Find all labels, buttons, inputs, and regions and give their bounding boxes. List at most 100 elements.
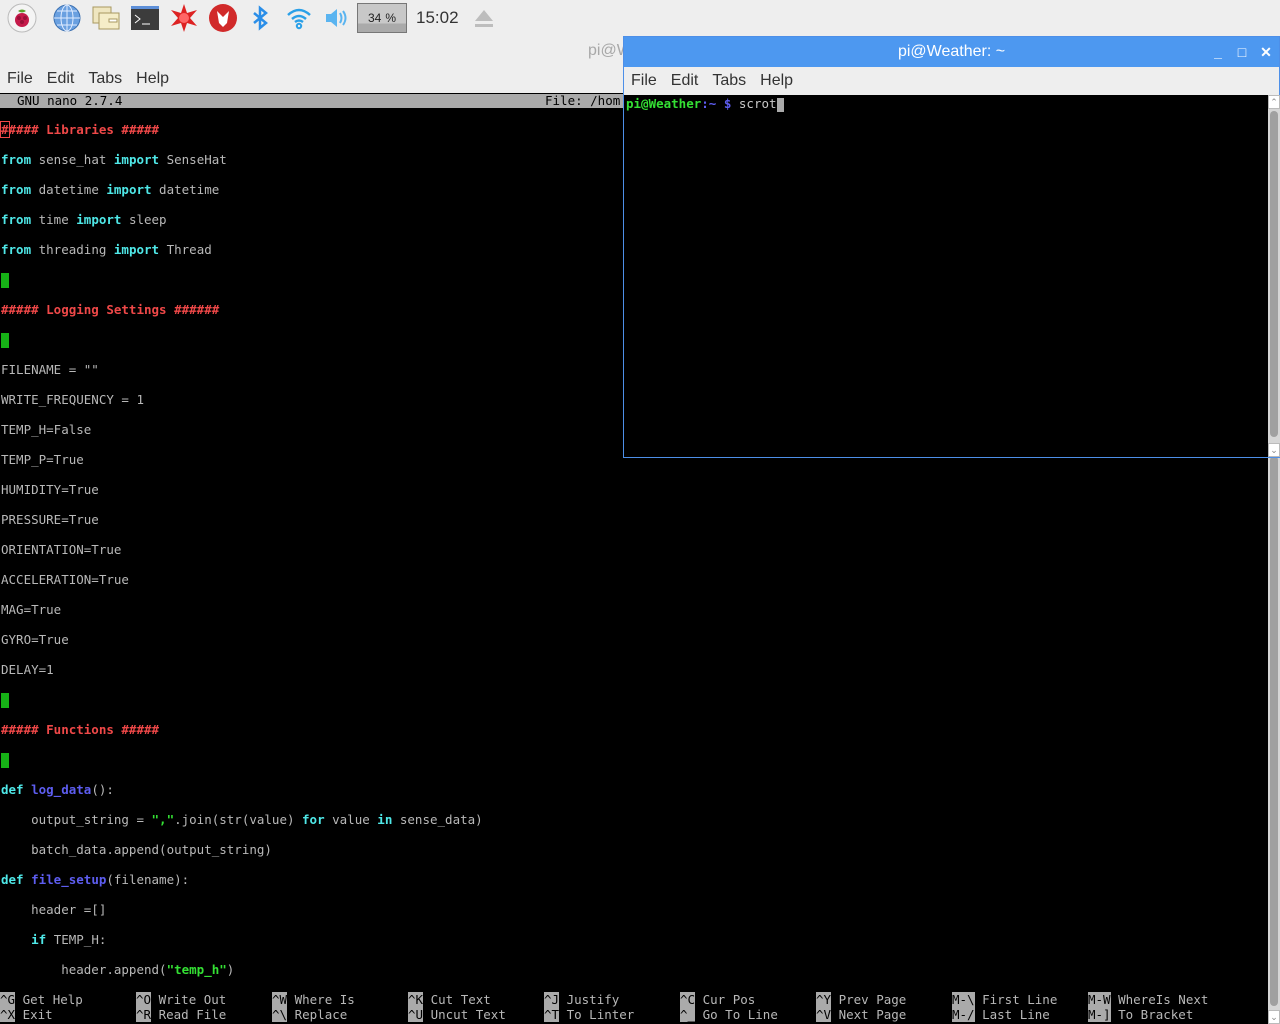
shortcut-item: ^X Exit bbox=[0, 1007, 53, 1022]
code-line: HUMIDITY=True bbox=[1, 482, 483, 512]
terminal-scrollbar[interactable]: ⌃ ⌄ bbox=[1268, 95, 1280, 457]
terminal-icon[interactable] bbox=[129, 2, 161, 34]
command-line[interactable]: pi@Weather:~ $ scrot bbox=[626, 96, 784, 112]
mathematica-icon[interactable] bbox=[168, 2, 200, 34]
raspberry-menu-icon[interactable] bbox=[6, 2, 38, 34]
scrollbar-thumb[interactable] bbox=[1270, 111, 1278, 437]
shortcut-label: Last Line bbox=[974, 1007, 1050, 1022]
code-area[interactable]: ##### Libraries ##### from sense_hat impo… bbox=[0, 121, 483, 992]
code-text: (): bbox=[91, 782, 114, 797]
shortcut-key: ^G bbox=[0, 992, 16, 1007]
code-line: from time import sleep bbox=[1, 212, 483, 242]
shortcut-label: Cut Text bbox=[423, 992, 491, 1007]
keyword: import bbox=[106, 182, 152, 197]
import-name: Thread bbox=[159, 242, 212, 257]
code-text: output_string = bbox=[1, 812, 152, 827]
shortcut-label: Where Is bbox=[287, 992, 355, 1007]
code-text: .join(str(value) bbox=[174, 812, 303, 827]
import-name: sleep bbox=[121, 212, 167, 227]
taskbar-panel: 34 % 15:02 bbox=[0, 0, 1280, 36]
code-line: FILENAME = "" bbox=[1, 362, 483, 392]
code-text: batch_data.append(output_string) bbox=[1, 842, 272, 857]
volume-icon[interactable] bbox=[320, 2, 352, 34]
nano-version: GNU nano 2.7.4 bbox=[17, 93, 123, 108]
eject-icon[interactable] bbox=[472, 8, 496, 30]
code-line bbox=[1, 272, 483, 302]
shortcut-item: ^K Cut Text bbox=[408, 992, 491, 1007]
string: "temp_h" bbox=[166, 962, 227, 977]
prompt-path: :~ $ bbox=[701, 96, 732, 111]
menu-edit[interactable]: Edit bbox=[671, 72, 699, 90]
code-text: ORIENTATION=True bbox=[1, 542, 122, 557]
nano-file-label: File: /hom bbox=[545, 93, 621, 108]
shortcut-item: ^V Next Page bbox=[816, 1007, 906, 1022]
blank-line-marker bbox=[1, 333, 9, 348]
wifi-icon[interactable] bbox=[283, 2, 315, 34]
menu-edit[interactable]: Edit bbox=[47, 70, 75, 88]
shortcut-label: Go To Line bbox=[695, 1007, 778, 1022]
scroll-down-arrow-icon[interactable]: ⌄ bbox=[1268, 443, 1280, 457]
code-line bbox=[1, 692, 483, 722]
code-line: DELAY=1 bbox=[1, 662, 483, 692]
scroll-up-arrow-icon[interactable]: ⌃ bbox=[1268, 95, 1280, 109]
code-text: header.append( bbox=[1, 962, 167, 977]
minimize-button[interactable]: _ bbox=[1210, 44, 1226, 60]
blank-line-marker bbox=[1, 753, 9, 768]
code-line: def file_setup(filename): bbox=[1, 872, 483, 902]
code-line: TEMP_H=False bbox=[1, 422, 483, 452]
menu-file[interactable]: File bbox=[7, 70, 33, 88]
menu-tabs[interactable]: Tabs bbox=[88, 70, 122, 88]
function-name: file_setup bbox=[31, 872, 107, 887]
code-text: FILENAME = "" bbox=[1, 362, 99, 377]
shortcut-label: Exit bbox=[15, 1007, 53, 1022]
command-text: scrot bbox=[731, 96, 777, 111]
scroll-down-arrow-icon[interactable]: ⌄ bbox=[1268, 1010, 1280, 1024]
keyword: for bbox=[302, 812, 325, 827]
wolfram-icon[interactable] bbox=[207, 2, 239, 34]
keyword: in bbox=[377, 812, 393, 827]
shortcut-label: To Bracket bbox=[1110, 1007, 1194, 1022]
code-text: (filename): bbox=[106, 872, 190, 887]
shortcut-label: Justify bbox=[559, 992, 620, 1007]
nano-header: GNU nano 2.7.4 File: /hom bbox=[0, 93, 624, 108]
shortcut-label: WhereIs Next bbox=[1110, 992, 1209, 1007]
code-text: sense_data) bbox=[392, 812, 483, 827]
code-text: MAG=True bbox=[1, 602, 62, 617]
shortcut-key: ^T bbox=[544, 1007, 560, 1022]
terminal-body[interactable]: pi@Weather:~ $ scrot bbox=[624, 95, 1268, 457]
code-line: from threading import Thread bbox=[1, 242, 483, 272]
shortcut-item: ^T To Linter bbox=[544, 1007, 634, 1022]
shortcut-label: To Linter bbox=[559, 1007, 635, 1022]
code-line: ORIENTATION=True bbox=[1, 542, 483, 572]
scrollbar-thumb[interactable] bbox=[1270, 456, 1278, 1006]
web-browser-icon[interactable] bbox=[51, 2, 83, 34]
module-name: time bbox=[31, 212, 77, 227]
shortcut-key: ^W bbox=[272, 992, 288, 1007]
close-button[interactable]: ✕ bbox=[1258, 44, 1274, 60]
clock[interactable]: 15:02 bbox=[416, 8, 459, 28]
terminal-titlebar[interactable]: pi@Weather: ~ _ □ ✕ bbox=[624, 37, 1279, 67]
import-name: SenseHat bbox=[159, 152, 227, 167]
menu-tabs[interactable]: Tabs bbox=[712, 72, 746, 90]
cursor-char: # bbox=[0, 121, 10, 138]
code-line: from datetime import datetime bbox=[1, 182, 483, 212]
maximize-button[interactable]: □ bbox=[1234, 44, 1250, 60]
shortcut-item: ^\ Replace bbox=[272, 1007, 347, 1022]
menu-help[interactable]: Help bbox=[760, 72, 793, 90]
shortcut-item: ^J Justify bbox=[544, 992, 619, 1007]
code-line: WRITE_FREQUENCY = 1 bbox=[1, 392, 483, 422]
cpu-monitor[interactable]: 34 % bbox=[357, 3, 407, 33]
shortcut-key: ^V bbox=[816, 1007, 832, 1022]
menu-file[interactable]: File bbox=[631, 72, 657, 90]
shortcut-label: Write Out bbox=[151, 992, 227, 1007]
shortcut-key: M-W bbox=[1088, 992, 1111, 1007]
shortcut-item: ^O Write Out bbox=[136, 992, 226, 1007]
nano-scrollbar[interactable]: ⌄ bbox=[1268, 456, 1280, 1024]
bluetooth-icon[interactable] bbox=[244, 2, 276, 34]
nano-shortcuts: ^G Get Help ^X Exit ^O Write Out ^R Read Fi… bbox=[0, 992, 1268, 1024]
menu-help[interactable]: Help bbox=[136, 70, 169, 88]
file-manager-icon[interactable] bbox=[90, 2, 122, 34]
shortcut-item: ^_ Go To Line bbox=[680, 1007, 778, 1022]
